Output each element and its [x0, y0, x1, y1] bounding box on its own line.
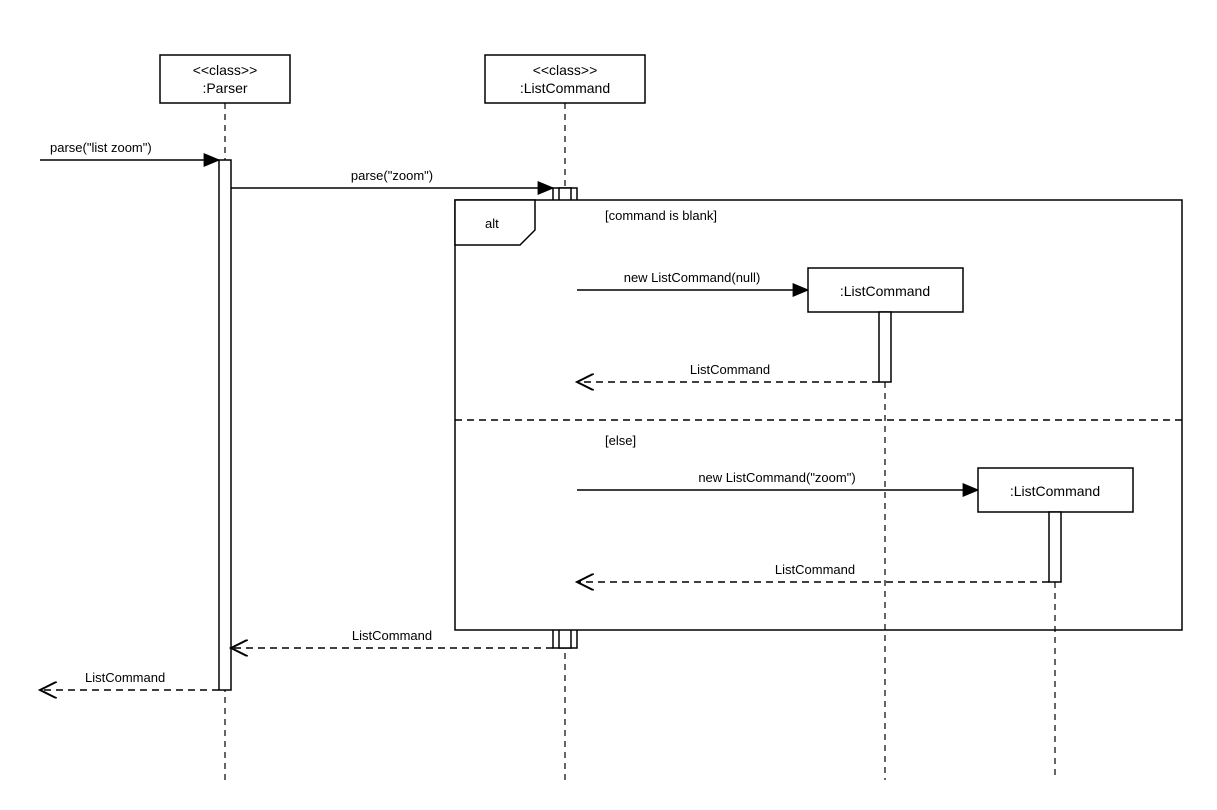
alt-operator-label: alt — [485, 216, 499, 231]
alt-guard2: [else] — [605, 433, 636, 448]
activation-parser — [219, 160, 231, 690]
msg-ret-zoom-label: ListCommand — [775, 562, 855, 577]
listcmdclass-name: :ListCommand — [520, 80, 610, 96]
msg-ret-to-parser-label: ListCommand — [352, 628, 432, 643]
activation-obj1 — [879, 312, 891, 382]
msg-new-zoom-label: new ListCommand("zoom") — [698, 470, 855, 485]
participant-listcommand-class: <<class>> :ListCommand — [485, 55, 645, 103]
participant-listcommand-obj1: :ListCommand — [808, 268, 963, 312]
msg-new-null-label: new ListCommand(null) — [624, 270, 761, 285]
msg-entry-label: parse("list zoom") — [50, 140, 152, 155]
alt-guard1: [command is blank] — [605, 208, 717, 223]
participant-parser: <<class>> :Parser — [160, 55, 290, 103]
msg-ret-null-label: ListCommand — [690, 362, 770, 377]
listcmd-obj2-name: :ListCommand — [1010, 483, 1100, 499]
participant-listcommand-obj2: :ListCommand — [978, 468, 1133, 512]
msg-ret-out-label: ListCommand — [85, 670, 165, 685]
parser-stereotype: <<class>> — [193, 62, 258, 78]
listcmdclass-stereotype: <<class>> — [533, 62, 598, 78]
msg-parse-zoom-label: parse("zoom") — [351, 168, 433, 183]
parser-name: :Parser — [202, 80, 247, 96]
listcmd-obj1-name: :ListCommand — [840, 283, 930, 299]
activation-obj2 — [1049, 512, 1061, 582]
